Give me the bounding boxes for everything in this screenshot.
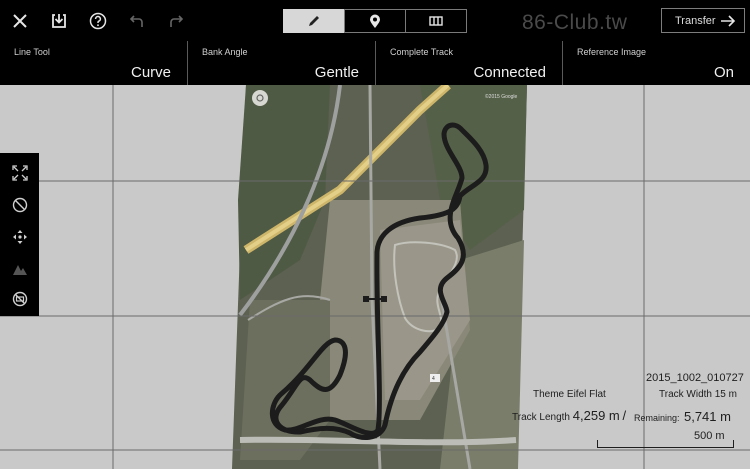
remaining-value: 5,741 m xyxy=(683,409,731,424)
setting-label: Line Tool xyxy=(14,47,50,57)
setting-value: On xyxy=(713,64,734,81)
setting-value: Curve xyxy=(130,64,171,81)
map-pin-icon xyxy=(370,14,380,28)
track-name: 2015_1002_010727 xyxy=(646,372,744,384)
remaining-label: Remaining: xyxy=(634,413,680,423)
left-sidebar xyxy=(0,153,39,316)
watermark-text: 86-Club.tw xyxy=(522,11,628,34)
road-number-label: 4 xyxy=(432,376,435,382)
pencil-icon xyxy=(309,16,319,26)
setting-label: Bank Angle xyxy=(202,47,248,57)
mode-pin-tab[interactable] xyxy=(344,9,406,33)
close-icon[interactable] xyxy=(7,8,33,34)
theme-label: Theme xyxy=(533,389,565,400)
setting-complete-track[interactable]: Complete Track Connected xyxy=(376,41,563,85)
fit-screen-icon[interactable] xyxy=(10,163,29,182)
setting-bank-angle[interactable]: Bank Angle Gentle xyxy=(188,41,376,85)
no-image-icon[interactable] xyxy=(10,195,29,214)
help-icon[interactable] xyxy=(85,8,111,34)
arrow-right-icon xyxy=(721,15,736,27)
remaining-info: Remaining: 5,741 m xyxy=(634,408,731,426)
no-entry-icon[interactable] xyxy=(10,289,29,308)
setting-label: Reference Image xyxy=(577,47,647,57)
length-label: Track Length xyxy=(512,412,570,423)
elevation-icon[interactable] xyxy=(10,259,29,278)
undo-icon[interactable] xyxy=(124,8,150,34)
length-separator: / xyxy=(622,408,627,423)
setting-line-tool[interactable]: Line Tool Curve xyxy=(0,41,188,85)
transfer-button[interactable]: Transfer xyxy=(661,8,745,33)
track-length-info: Track Length 4,259 m / xyxy=(512,408,626,423)
theme-value: Eifel Flat xyxy=(566,389,606,400)
panel-view-icon xyxy=(429,16,443,26)
width-value: 15 m xyxy=(714,389,737,400)
length-value: 4,259 m xyxy=(572,408,620,423)
mode-panel-tab[interactable] xyxy=(405,9,467,33)
map-copyright: ©2015 Google xyxy=(485,93,518,100)
save-icon[interactable] xyxy=(46,8,72,34)
transfer-label: Transfer xyxy=(675,14,716,27)
width-label: Track Width xyxy=(659,389,712,400)
track-width-info: Track Width 15 m xyxy=(659,389,737,400)
settings-bar: Line Tool Curve Bank Angle Gentle Comple… xyxy=(0,41,750,85)
move-arrows-icon[interactable] xyxy=(10,227,29,246)
setting-label: Complete Track xyxy=(390,47,454,57)
scale-label: 500 m xyxy=(694,430,725,442)
top-toolbar: 86-Club.tw Transfer xyxy=(0,0,750,41)
redo-icon[interactable] xyxy=(163,8,189,34)
mode-draw-tab[interactable] xyxy=(283,9,345,33)
locate-icon[interactable] xyxy=(252,90,268,106)
theme-info: Theme Eifel Flat xyxy=(533,389,606,400)
setting-value: Gentle xyxy=(314,64,359,81)
setting-value: Connected xyxy=(473,64,546,81)
setting-reference-image[interactable]: Reference Image On xyxy=(563,41,750,85)
track-canvas[interactable]: ©2015 Google 4 2015_1002_010727 Theme Ei… xyxy=(0,85,750,469)
